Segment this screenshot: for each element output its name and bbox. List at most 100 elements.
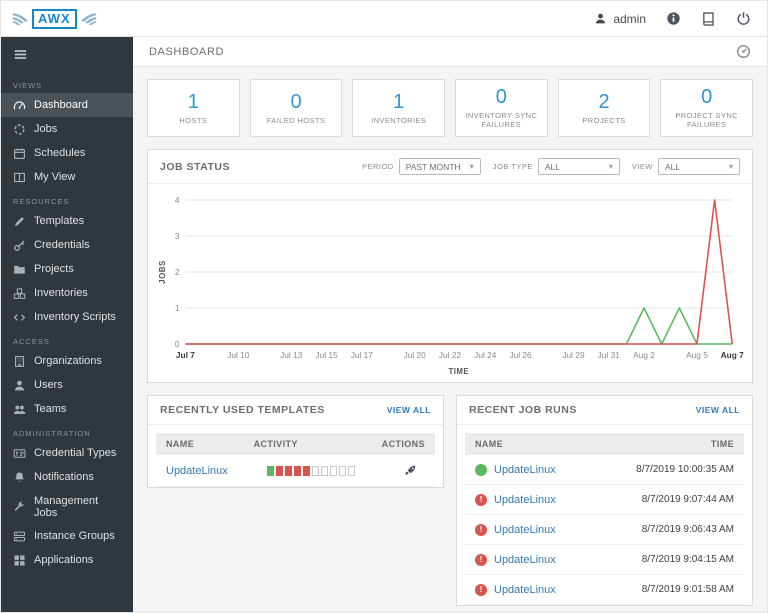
sidebar-item-applications[interactable]: Applications [1, 548, 133, 572]
sidebar-nav: VIEWS Dashboard Jobs Schedules My View RESOUR… [1, 37, 133, 612]
job-type-select[interactable]: ALL ▾ [537, 158, 620, 175]
sidebar-item-teams[interactable]: Teams [1, 397, 133, 421]
sidebar-item-inventories[interactable]: Inventories [1, 281, 133, 305]
stat-value: 0 [495, 86, 507, 108]
sidebar-item-label: Dashboard [34, 99, 88, 111]
svg-text:2: 2 [175, 267, 180, 277]
code-icon [13, 311, 26, 324]
job-name-link[interactable]: UpdateLinux [494, 464, 556, 476]
failed-status-icon: ! [475, 493, 487, 506]
view-filter-label: VIEW [631, 162, 653, 171]
job-status-line-chart: 0 1 2 3 4 Jul 7 Jul 10 Jul 13 Jul 15 Jul 17 Jul 20… [158, 195, 744, 376]
svg-text:4: 4 [175, 195, 180, 205]
user-icon [594, 12, 607, 25]
job-runs-view-all-link[interactable]: VIEW ALL [696, 405, 740, 415]
sidebar-section-views: VIEWS [13, 81, 43, 90]
key-icon [13, 239, 26, 252]
stat-label: PROJECTS [582, 115, 626, 125]
sidebar-item-instance-groups[interactable]: Instance Groups [1, 524, 133, 548]
stat-card-projects[interactable]: 2 PROJECTS [557, 79, 651, 137]
sidebar-item-templates[interactable]: Templates [1, 209, 133, 233]
sparkline-cell-empty [338, 465, 346, 476]
power-logout-icon[interactable] [736, 11, 751, 26]
sidebar-section-administration: ADMINISTRATION [13, 429, 91, 438]
sidebar-section-resources: RESOURCES [13, 197, 70, 206]
svg-text:Jul 20: Jul 20 [404, 350, 427, 360]
servers-icon [13, 530, 26, 543]
svg-text:Jul 10: Jul 10 [227, 350, 250, 360]
sidebar-item-management-jobs[interactable]: Management Jobs [1, 489, 133, 524]
svg-text:Jul 22: Jul 22 [439, 350, 462, 360]
sidebar-item-label: Users [34, 379, 63, 391]
sparkline-cell-failed [293, 465, 301, 476]
chevron-down-icon: ▾ [608, 162, 613, 171]
logo-wing-icon [11, 12, 31, 26]
sidebar-item-dashboard[interactable]: Dashboard [1, 93, 133, 117]
template-name-link[interactable]: UpdateLinux [166, 465, 267, 477]
sidebar-item-jobs[interactable]: Jobs [1, 117, 133, 141]
sidebar-item-credentials[interactable]: Credentials [1, 233, 133, 257]
chevron-down-icon: ▾ [728, 162, 733, 171]
period-select-value: PAST MONTH [405, 161, 461, 172]
svg-text:Jul 17: Jul 17 [351, 350, 374, 360]
awx-logo[interactable]: AWX [11, 8, 98, 29]
sidebar-item-inventory-scripts[interactable]: Inventory Scripts [1, 305, 133, 329]
sidebar-item-my-view[interactable]: My View [1, 165, 133, 189]
job-status-title: JOB STATUS [160, 160, 230, 173]
templates-view-all-link[interactable]: VIEW ALL [387, 405, 431, 415]
job-type-select-value: ALL [544, 161, 560, 172]
view-select[interactable]: ALL ▾ [658, 158, 740, 175]
th-icon [13, 554, 26, 567]
sidebar-item-schedules[interactable]: Schedules [1, 141, 133, 165]
column-name: NAME [166, 439, 195, 449]
period-select[interactable]: PAST MONTH ▾ [398, 158, 481, 175]
columns-icon [13, 171, 26, 184]
pencil-icon [13, 215, 26, 228]
logo-text: AWX [32, 8, 77, 29]
svg-text:1: 1 [175, 303, 180, 313]
sparkline-cell-failed [302, 465, 310, 476]
username: admin [613, 11, 646, 26]
sidebar-item-label: Schedules [34, 147, 86, 159]
stat-card-failed-hosts[interactable]: 0 FAILED HOSTS [249, 79, 343, 137]
sidebar-item-label: Jobs [34, 123, 58, 135]
info-icon[interactable] [666, 11, 681, 26]
summary-stat-cards: 1 HOSTS 0 FAILED HOSTS 1 INVENTORIES 0 INVENTOR… [147, 79, 754, 137]
job-name-link[interactable]: UpdateLinux [494, 554, 556, 566]
activity-sparkline [266, 465, 404, 476]
job-name-link[interactable]: UpdateLinux [494, 494, 556, 506]
sidebar-item-organizations[interactable]: Organizations [1, 349, 133, 373]
stat-label: INVENTORIES [371, 115, 427, 125]
stat-value: 0 [290, 90, 302, 113]
column-name: NAME [475, 439, 504, 449]
sidebar-item-label: Credentials [34, 239, 90, 251]
svg-text:TIME: TIME [448, 367, 469, 376]
chevron-down-icon: ▾ [469, 162, 474, 171]
stat-card-hosts[interactable]: 1 HOSTS [147, 79, 240, 137]
sidebar-item-users[interactable]: Users [1, 373, 133, 397]
svg-text:Jul 15: Jul 15 [315, 350, 338, 360]
job-time: 8/7/2019 10:00:35 AM [636, 464, 734, 475]
failed-status-icon: ! [475, 523, 487, 536]
user-menu[interactable]: admin [594, 12, 646, 26]
svg-text:JOBS: JOBS [158, 260, 167, 284]
sidebar-item-projects[interactable]: Projects [1, 257, 133, 281]
job-name-link[interactable]: UpdateLinux [494, 524, 556, 536]
breadcrumb-bar: DASHBOARD [133, 37, 767, 67]
stat-label: FAILED HOSTS [266, 115, 326, 125]
idcard-icon [13, 447, 26, 460]
job-runs-panel-title: RECENT JOB RUNS [469, 404, 577, 416]
stat-card-inventory-sync-failures[interactable]: 0 INVENTORY SYNC FAILURES [455, 79, 548, 137]
svg-text:Aug 5: Aug 5 [686, 350, 708, 360]
job-name-link[interactable]: UpdateLinux [494, 584, 556, 596]
sidebar-item-label: Organizations [34, 355, 102, 367]
sidebar-item-notifications[interactable]: Notifications [1, 465, 133, 489]
sidebar-item-credential-types[interactable]: Credential Types [1, 441, 133, 465]
stat-card-project-sync-failures[interactable]: 0 PROJECT SYNC FAILURES [660, 79, 754, 137]
launch-rocket-icon[interactable] [404, 464, 417, 477]
activity-stream-icon[interactable] [736, 44, 751, 59]
docs-book-icon[interactable] [701, 11, 716, 26]
menu-toggle-button[interactable] [1, 37, 133, 73]
stat-card-inventories[interactable]: 1 INVENTORIES [352, 79, 446, 137]
stat-label: INVENTORY SYNC FAILURES [465, 111, 538, 129]
